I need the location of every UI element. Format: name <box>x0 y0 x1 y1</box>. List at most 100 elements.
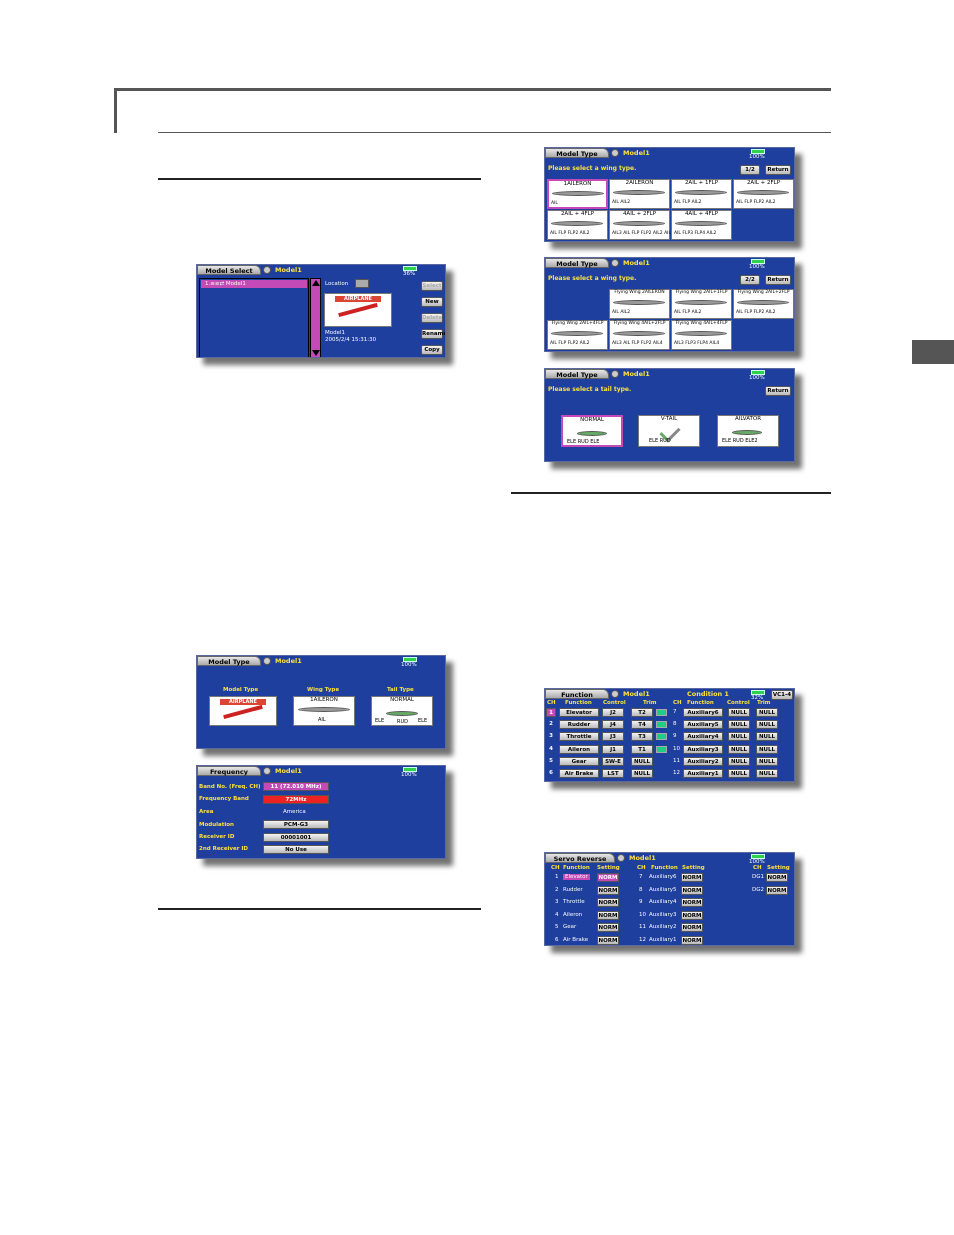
return-button[interactable]: Return <box>765 165 791 175</box>
location-card-icon[interactable] <box>355 279 369 288</box>
wing-option-button[interactable]: 2AILERON AIL AIL2 <box>609 179 670 209</box>
tail-vtail-button[interactable]: V-TAIL ELE RUD <box>638 415 700 447</box>
wing-type-button[interactable]: 1AILERON AIL <box>293 696 355 726</box>
freq-band-value[interactable]: 72MHz <box>263 795 329 804</box>
setting-button[interactable]: NORM <box>597 885 619 895</box>
wing-option-button[interactable]: 4AIL + 2FLP AIL3 AIL FLP FLP2 AIL2 AIL4 <box>609 210 674 240</box>
setting-button[interactable]: NORM <box>597 935 619 945</box>
modulation-value[interactable]: PCM-G3 <box>263 820 329 829</box>
wing-option-button[interactable]: 4AIL + 4FLP AIL FLP3 FLP4 AIL2 <box>671 210 732 240</box>
channel-number[interactable]: 5 <box>546 757 556 766</box>
setting-button[interactable]: NORM <box>681 885 703 895</box>
flying-wing-option-button[interactable]: Flying Wing 2AILERON AIL AIL2 <box>609 289 670 319</box>
function-column-header: Trim <box>643 700 657 706</box>
trim-button[interactable]: NULL <box>756 744 778 754</box>
receiver-id-value[interactable]: 00001001 <box>263 833 329 842</box>
setting-button[interactable]: NORM <box>681 923 703 932</box>
trim-button[interactable]: T3 <box>631 732 653 742</box>
control-button[interactable]: NULL <box>728 769 750 778</box>
trim-button[interactable]: T1 <box>631 744 653 754</box>
trim-button[interactable]: NULL <box>631 769 653 778</box>
control-button[interactable]: J1 <box>602 744 624 754</box>
new-button[interactable]: New <box>421 297 443 307</box>
select-button[interactable]: Select <box>421 281 443 291</box>
function-button[interactable]: Auxiliary6 <box>683 708 723 717</box>
flying-wing-option-button[interactable]: Flying Wing 4AIL+2FLP AIL3 AIL FLP FLP2 A… <box>609 320 670 350</box>
control-button[interactable]: NULL <box>728 756 750 766</box>
rename-button[interactable]: Rename <box>421 329 445 339</box>
flying-wing-option-button[interactable]: Flying Wing 2AIL+1FLP AIL FLP AIL2 <box>671 289 732 319</box>
list-item[interactable]: 1.≡≡⇄ Model1 <box>201 280 307 288</box>
page-button[interactable]: 1/2 <box>740 165 760 175</box>
function-button[interactable]: Gear <box>559 756 599 766</box>
function-button[interactable]: Auxiliary4 <box>683 732 723 742</box>
function-button[interactable]: Aileron <box>559 744 599 754</box>
scroll-up-icon[interactable] <box>312 280 320 286</box>
function-button[interactable]: Auxiliary5 <box>683 720 723 730</box>
wing-option-button[interactable]: 2AIL + 4FLP AIL FLP FLP2 AIL2 <box>547 210 608 240</box>
trim-button[interactable]: NULL <box>631 756 653 766</box>
control-button[interactable]: J2 <box>602 708 624 717</box>
control-button[interactable]: J3 <box>602 732 624 742</box>
control-button[interactable]: NULL <box>728 708 750 717</box>
setting-button[interactable]: NORM <box>681 898 703 907</box>
second-receiver-value[interactable]: No Use <box>263 845 329 854</box>
trim-button[interactable]: NULL <box>756 756 778 766</box>
page-button[interactable]: 2/2 <box>740 275 760 285</box>
trim-button[interactable]: NULL <box>756 769 778 778</box>
control-button[interactable]: NULL <box>728 732 750 742</box>
setting-button[interactable]: NORM <box>597 898 619 907</box>
delete-button[interactable]: Delete <box>421 313 443 323</box>
trim-button[interactable]: T2 <box>631 708 653 717</box>
tail-type-button[interactable]: NORMAL ELE RUD ELE <box>371 696 433 726</box>
control-button[interactable]: NULL <box>728 744 750 754</box>
return-button[interactable]: Return <box>765 386 791 396</box>
setting-button[interactable]: NORM <box>681 910 703 920</box>
function-button[interactable]: Auxiliary1 <box>683 769 723 778</box>
control-button[interactable]: SW-E <box>602 756 624 766</box>
header-underline <box>158 132 831 133</box>
control-button[interactable]: LST <box>602 769 624 778</box>
setting-button[interactable]: NORM <box>597 910 619 920</box>
vc-button[interactable]: VC1-4 <box>771 690 793 700</box>
wing-option-button[interactable]: 2AIL + 2FLP AIL FLP FLP2 AIL2 <box>733 179 794 209</box>
control-button[interactable]: NULL <box>728 720 750 730</box>
channel-number[interactable]: 2 <box>546 720 556 729</box>
setting-button[interactable]: NORM <box>766 885 788 895</box>
copy-button[interactable]: Copy <box>421 345 443 355</box>
flying-wing-option-button[interactable]: Flying Wing 2AIL+4FLP AIL FLP FLP2 AIL2 <box>547 320 608 350</box>
setting-button[interactable]: NORM <box>681 935 703 945</box>
function-button[interactable]: Elevator <box>559 708 599 717</box>
trim-button[interactable]: NULL <box>756 720 778 730</box>
return-button[interactable]: Return <box>765 275 791 285</box>
channel-number[interactable]: 3 <box>546 732 556 741</box>
wing-option-button[interactable]: 1AILERON AIL <box>547 179 608 209</box>
wing-option-button[interactable]: 2AIL + 1FLP AIL FLP AIL2 <box>671 179 732 209</box>
trim-button[interactable]: NULL <box>756 732 778 742</box>
trim-button[interactable]: NULL <box>756 708 778 717</box>
flying-wing-option-button[interactable]: Flying Wing 2AIL+2FLP AIL FLP FLP2 AIL2 <box>733 289 794 319</box>
setting-button[interactable]: NORM <box>681 873 703 882</box>
function-button[interactable]: Auxiliary3 <box>683 744 723 754</box>
function-button[interactable]: Air Brake <box>559 769 599 778</box>
function-button[interactable]: Auxiliary2 <box>683 756 723 766</box>
channel-number[interactable]: 1 <box>546 708 556 717</box>
flying-wing-option-button[interactable]: Flying Wing 4AIL+4FLP AIL3 FLP3 FLP4 AIL4 <box>671 320 732 350</box>
channel-number[interactable]: 6 <box>546 769 556 778</box>
function-button[interactable]: Throttle <box>559 732 599 742</box>
tail-ailvator-button[interactable]: AILVATOR ELE RUD ELE2 <box>717 415 779 447</box>
model-type-button[interactable]: AIRPLANE <box>209 696 277 726</box>
setting-button[interactable]: NORM <box>597 873 619 882</box>
control-button[interactable]: J4 <box>602 720 624 730</box>
model-list[interactable]: 1.≡≡⇄ Model1 <box>199 278 309 357</box>
function-button[interactable]: Rudder <box>559 720 599 730</box>
scrollbar[interactable] <box>310 278 321 357</box>
setting-button[interactable]: NORM <box>766 873 788 882</box>
tail-normal-button[interactable]: NORMAL ELE RUD ELE <box>561 415 623 447</box>
trim-button[interactable]: T4 <box>631 720 653 730</box>
scroll-down-icon[interactable] <box>312 350 320 356</box>
condition-name: Condition 1 <box>687 690 729 698</box>
channel-number[interactable]: 4 <box>546 745 556 754</box>
band-value[interactable]: 11 (72.010 MHz) <box>263 782 329 791</box>
setting-button[interactable]: NORM <box>597 923 619 932</box>
